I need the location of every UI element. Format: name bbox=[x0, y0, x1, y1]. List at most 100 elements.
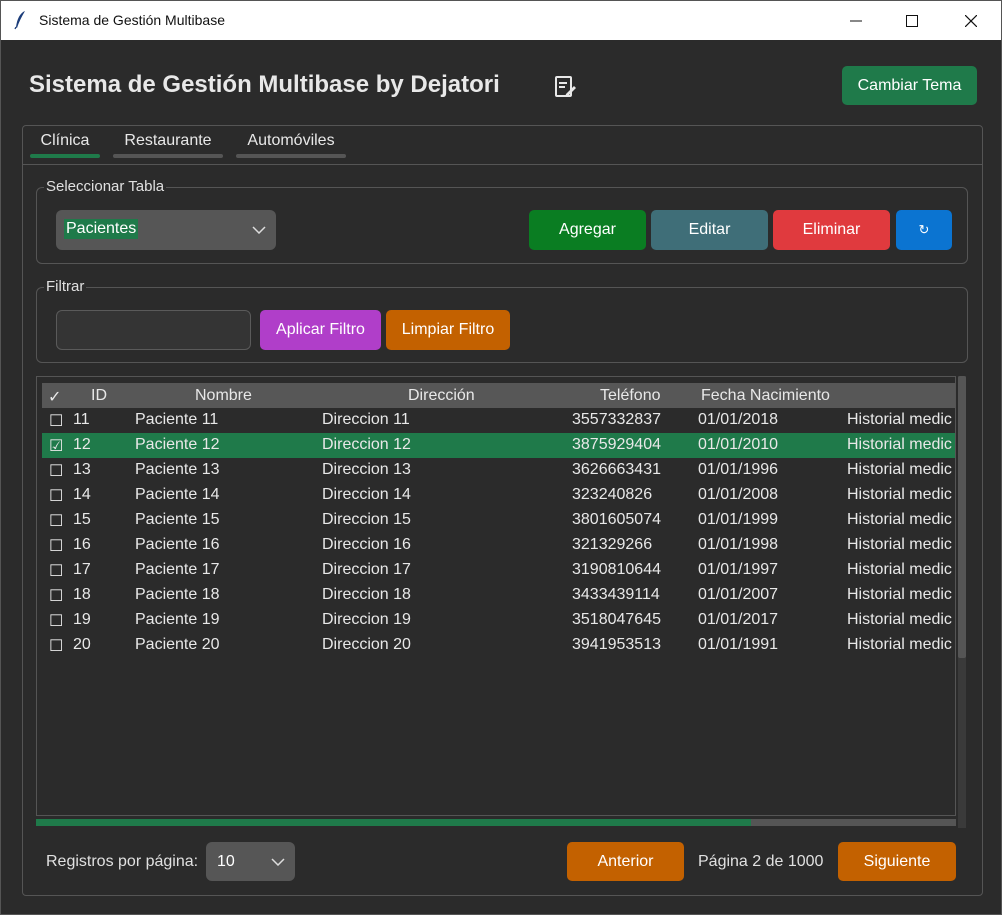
minimize-button[interactable] bbox=[833, 1, 879, 40]
table-row[interactable]: ☐ 14 Paciente 14 Direccion 14 323240826 01/01… bbox=[42, 483, 955, 508]
cell-direccion: Direccion 19 bbox=[322, 611, 411, 628]
column-header-telefono[interactable]: Teléfono bbox=[600, 387, 661, 405]
table-row[interactable]: ☐ 20 Paciente 20 Direccion 20 3941953513 01/0… bbox=[42, 633, 955, 658]
table-row[interactable]: ☐ 18 Paciente 18 Direccion 18 3433439114 01/0… bbox=[42, 583, 955, 608]
cell-direccion: Direccion 12 bbox=[322, 436, 411, 453]
column-header-nombre[interactable]: Nombre bbox=[195, 387, 252, 405]
cell-direccion: Direccion 17 bbox=[322, 561, 411, 578]
table-row[interactable]: ☑ 12 Paciente 12 Direccion 12 3875929404 01/0… bbox=[42, 433, 955, 458]
per-page-select[interactable]: 10 bbox=[206, 842, 295, 881]
table-row[interactable]: ☐ 16 Paciente 16 Direccion 16 321329266 01/01… bbox=[42, 533, 955, 558]
refresh-button[interactable]: ↻ bbox=[896, 210, 952, 250]
cell-nombre: Paciente 20 bbox=[135, 636, 220, 653]
table-row[interactable]: ☐ 19 Paciente 19 Direccion 19 3518047645 01/0… bbox=[42, 608, 955, 633]
refresh-icon: ↻ bbox=[918, 222, 930, 237]
cell-fecha: 01/01/2010 bbox=[698, 436, 779, 453]
cell-direccion: Direccion 15 bbox=[322, 511, 411, 528]
cell-nombre: Paciente 18 bbox=[135, 586, 220, 603]
row-checkbox[interactable]: ☐ bbox=[49, 461, 63, 481]
row-checkbox[interactable]: ☐ bbox=[49, 411, 63, 431]
cell-id: 17 bbox=[73, 561, 91, 578]
cell-telefono: 3557332837 bbox=[572, 411, 661, 428]
feather-icon bbox=[14, 11, 25, 30]
cell-nombre: Paciente 13 bbox=[135, 461, 220, 478]
close-button[interactable] bbox=[948, 1, 994, 40]
cell-direccion: Direccion 18 bbox=[322, 586, 411, 603]
table-row[interactable]: ☐ 11 Paciente 11 Direccion 11 3557332837 01/0… bbox=[42, 408, 955, 433]
chevron-down-icon bbox=[271, 857, 285, 866]
cell-direccion: Direccion 16 bbox=[322, 536, 411, 553]
change-theme-button[interactable]: Cambiar Tema bbox=[842, 66, 977, 105]
edit-button[interactable]: Editar bbox=[651, 210, 768, 250]
cell-historial: Historial medic bbox=[847, 611, 952, 628]
cell-historial: Historial medic bbox=[847, 411, 952, 428]
horizontal-scrollbar[interactable] bbox=[36, 819, 956, 826]
per-page-value: 10 bbox=[217, 853, 235, 870]
minimize-icon bbox=[850, 20, 862, 21]
row-checkbox[interactable]: ☐ bbox=[49, 486, 63, 506]
cell-fecha: 01/01/2007 bbox=[698, 586, 779, 603]
cell-telefono: 3801605074 bbox=[572, 511, 661, 528]
table-row[interactable]: ☐ 15 Paciente 15 Direccion 15 3801605074 01/0… bbox=[42, 508, 955, 533]
filter-input[interactable] bbox=[56, 310, 251, 350]
column-header-check[interactable]: ✓ bbox=[48, 387, 61, 407]
cell-telefono: 3190810644 bbox=[572, 561, 661, 578]
cell-fecha: 01/01/2018 bbox=[698, 411, 779, 428]
row-checkbox[interactable]: ☐ bbox=[49, 611, 63, 631]
data-table: ✓ ID Nombre Dirección Teléfono Fecha Nac… bbox=[36, 376, 956, 816]
cell-fecha: 01/01/1991 bbox=[698, 636, 779, 653]
row-checkbox[interactable]: ☐ bbox=[49, 586, 63, 606]
cell-telefono: 3875929404 bbox=[572, 436, 661, 453]
cell-telefono: 323240826 bbox=[572, 486, 653, 503]
cell-telefono: 3941953513 bbox=[572, 636, 661, 653]
cell-fecha: 01/01/1998 bbox=[698, 536, 779, 553]
cell-direccion: Direccion 11 bbox=[322, 411, 410, 428]
clear-filter-button[interactable]: Limpiar Filtro bbox=[386, 310, 510, 350]
table-row[interactable]: ☐ 17 Paciente 17 Direccion 17 3190810644 01/0… bbox=[42, 558, 955, 583]
row-checkbox[interactable]: ☐ bbox=[49, 511, 63, 531]
cell-historial: Historial medic bbox=[847, 436, 952, 453]
cell-telefono: 3626663431 bbox=[572, 461, 661, 478]
tab-automoviles-indicator bbox=[236, 154, 346, 158]
cell-nombre: Paciente 16 bbox=[135, 536, 220, 553]
tab-clinica[interactable]: Clínica bbox=[30, 132, 100, 150]
cell-id: 19 bbox=[73, 611, 91, 628]
row-checkbox[interactable]: ☐ bbox=[49, 561, 63, 581]
tab-restaurante[interactable]: Restaurante bbox=[113, 132, 223, 150]
column-header-fecha[interactable]: Fecha Nacimiento bbox=[701, 387, 830, 405]
apply-filter-button[interactable]: Aplicar Filtro bbox=[260, 310, 381, 350]
table-select-value: Pacientes bbox=[64, 219, 139, 239]
page-indicator: Página 2 de 1000 bbox=[698, 853, 824, 870]
vertical-scrollbar[interactable] bbox=[958, 376, 966, 828]
cell-fecha: 01/01/2017 bbox=[698, 611, 779, 628]
cell-telefono: 3518047645 bbox=[572, 611, 661, 628]
table-select-dropdown[interactable]: Pacientes bbox=[56, 210, 276, 250]
cell-historial: Historial medic bbox=[847, 486, 952, 503]
cell-id: 13 bbox=[73, 461, 91, 478]
memo-icon bbox=[555, 76, 576, 97]
horizontal-scroll-thumb[interactable] bbox=[36, 819, 751, 826]
chevron-down-icon bbox=[252, 226, 266, 234]
cell-historial: Historial medic bbox=[847, 461, 952, 478]
next-page-button[interactable]: Siguiente bbox=[838, 842, 956, 881]
cell-id: 15 bbox=[73, 511, 91, 528]
delete-button[interactable]: Eliminar bbox=[773, 210, 890, 250]
cell-id: 18 bbox=[73, 586, 91, 603]
row-checkbox[interactable]: ☐ bbox=[49, 636, 63, 656]
close-icon bbox=[965, 14, 977, 27]
maximize-button[interactable] bbox=[889, 1, 935, 40]
cell-id: 16 bbox=[73, 536, 91, 553]
cell-telefono: 321329266 bbox=[572, 536, 653, 553]
row-checkbox[interactable]: ☐ bbox=[49, 536, 63, 556]
vertical-scroll-thumb[interactable] bbox=[958, 376, 966, 658]
cell-nombre: Paciente 12 bbox=[135, 436, 220, 453]
previous-page-button[interactable]: Anterior bbox=[567, 842, 684, 881]
column-header-id[interactable]: ID bbox=[91, 387, 107, 405]
table-row[interactable]: ☐ 13 Paciente 13 Direccion 13 3626663431 01/0… bbox=[42, 458, 955, 483]
add-button[interactable]: Agregar bbox=[529, 210, 646, 250]
row-checkbox[interactable]: ☑ bbox=[49, 436, 63, 456]
column-header-direccion[interactable]: Dirección bbox=[408, 387, 475, 405]
tab-automoviles[interactable]: Automóviles bbox=[236, 132, 346, 150]
tab-restaurante-indicator bbox=[113, 154, 223, 158]
cell-fecha: 01/01/1999 bbox=[698, 511, 779, 528]
